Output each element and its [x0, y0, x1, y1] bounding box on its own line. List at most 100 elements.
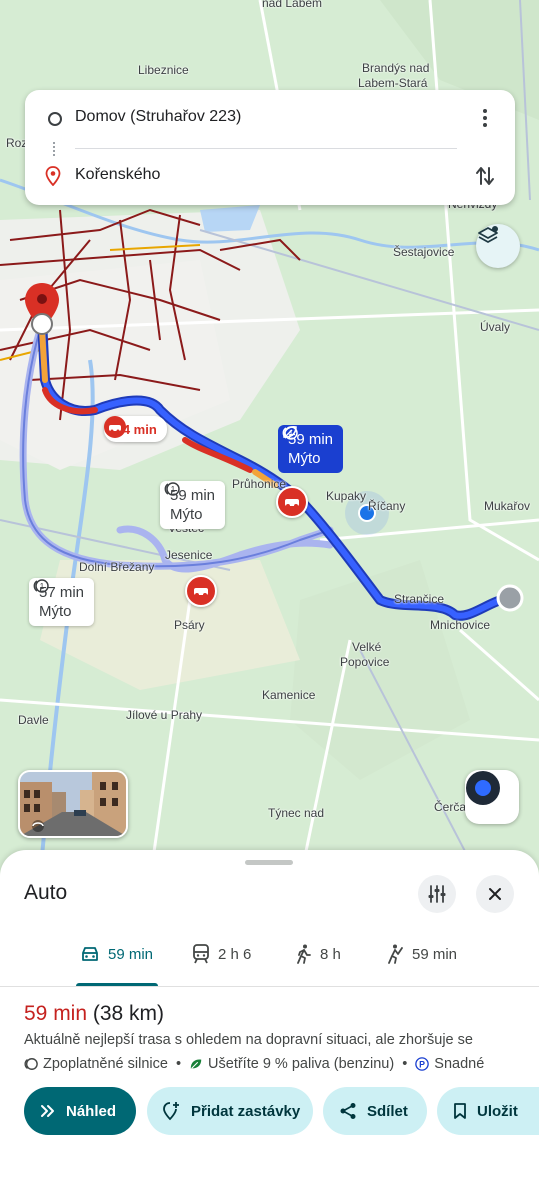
sheet-title: Auto	[24, 881, 68, 904]
svg-text:1: 1	[171, 485, 176, 494]
tab-label: 8 h	[320, 945, 341, 963]
place-label: Šestajovice	[393, 245, 455, 259]
save-label: Uložit	[477, 1102, 518, 1120]
place-label: Dolní Břežany	[79, 560, 155, 574]
sheet-drag-handle[interactable]	[245, 860, 293, 865]
place-label: Čerča	[434, 800, 467, 814]
eco-leaf-icon	[190, 1059, 202, 1069]
place-label: Brandýs nad	[362, 61, 430, 75]
place-label: Týnec nad	[268, 806, 325, 820]
close-icon	[489, 888, 501, 900]
ride-icon	[388, 944, 403, 964]
route-options-button[interactable]	[418, 875, 456, 913]
tab-ride[interactable]: 59 min	[386, 942, 457, 966]
place-label: Kamenice	[262, 688, 316, 702]
feature-fuel: Ušetříte 9 % paliva (benzinu)	[208, 1056, 395, 1072]
share-button[interactable]: Sdílet	[323, 1087, 427, 1135]
bookmark-icon	[454, 1103, 466, 1119]
toll-icon: 1	[282, 426, 298, 440]
place-label: Psáry	[174, 618, 205, 632]
place-label: Říčany	[368, 499, 406, 513]
tab-label: 59 min	[108, 945, 154, 963]
toll-icon	[24, 1058, 38, 1070]
preview-label: Náhled	[66, 1102, 117, 1120]
bottom-sheet: Auto 59 min 2 h 6 8 h 59 min 59 min (38 …	[0, 850, 539, 1200]
train-icon	[193, 944, 209, 964]
summary-distance: (38 km)	[92, 1002, 165, 1025]
route-features: Zpoplatněné silnice • Ušetříte 9 % paliv…	[24, 1056, 484, 1072]
share-icon	[340, 1103, 356, 1119]
close-button[interactable]	[476, 875, 514, 913]
origin-field[interactable]: Domov (Struhařov 223)	[25, 98, 515, 138]
preview-button[interactable]: Náhled	[24, 1087, 136, 1135]
incident-icon	[104, 416, 126, 438]
place-label: Labem-Stará	[358, 76, 428, 90]
location-pin-icon	[45, 166, 61, 186]
incident-icon[interactable]	[185, 575, 217, 607]
incident-icon[interactable]	[276, 486, 308, 518]
separator-dot: •	[402, 1056, 408, 1072]
origin-text: Domov (Struhařov 223)	[75, 108, 242, 125]
tune-icon	[428, 885, 446, 903]
tab-car[interactable]: 59 min	[80, 942, 153, 966]
route-callout-alt[interactable]: 57 min Mýto 1	[29, 578, 95, 626]
destination-text: Kořenského	[75, 166, 161, 183]
place-label: Mnichovice	[430, 618, 491, 632]
place-label: Strančice	[394, 592, 445, 606]
more-options-icon[interactable]	[477, 108, 493, 128]
route-callout-selected[interactable]: 59 min Mýto 1	[278, 425, 344, 473]
place-label: Úvaly	[480, 320, 511, 334]
place-label: nad Labem	[262, 0, 323, 10]
double-chevron-icon	[41, 1105, 54, 1117]
place-label: Jílové u Prahy	[126, 708, 203, 722]
svg-text:1: 1	[289, 429, 294, 438]
route-dots	[53, 142, 57, 156]
walk-icon	[297, 944, 311, 964]
directions-card: Domov (Struhařov 223) Kořenského	[25, 90, 515, 205]
separator-dot: •	[175, 1056, 182, 1072]
active-tab-indicator	[76, 983, 158, 986]
svg-text:1: 1	[40, 582, 45, 591]
layers-icon	[478, 226, 498, 243]
my-location-icon	[466, 771, 500, 805]
place-label: Popovice	[340, 655, 390, 669]
my-location-button[interactable]	[465, 770, 519, 824]
feature-parking: Snadné	[434, 1056, 485, 1072]
layers-button[interactable]	[476, 224, 520, 268]
route-summary: 59 min (38 km)	[24, 1002, 164, 1026]
add-location-icon	[163, 1102, 179, 1121]
destination-field[interactable]: Kořenského	[25, 156, 515, 196]
route-description: Aktuálně nejlepší trasa s ohledem na dop…	[24, 1032, 473, 1048]
car-icon	[82, 947, 98, 961]
origin-circle-icon	[48, 112, 62, 126]
route-toll: Mýto	[288, 450, 321, 467]
toll-icon: 1	[164, 482, 180, 496]
place-label: Jesenice	[165, 548, 213, 562]
place-label: Kupaky	[326, 489, 367, 503]
place-label: Velké	[352, 640, 382, 654]
place-label: Mukařov	[484, 499, 531, 513]
tab-label: 59 min	[412, 945, 458, 963]
tab-label: 2 h 6	[218, 945, 252, 963]
field-divider	[75, 148, 457, 149]
tab-transit[interactable]: 2 h 6	[192, 942, 251, 966]
toll-icon: 1	[33, 579, 49, 593]
tab-divider	[0, 986, 539, 987]
svg-text:P: P	[419, 1060, 425, 1070]
summary-time: 59 min	[24, 1002, 88, 1025]
parking-icon: P	[415, 1057, 430, 1071]
add-stops-button[interactable]: Přidat zastávky	[147, 1087, 313, 1135]
tab-walk[interactable]: 8 h	[296, 942, 341, 966]
route-toll: Mýto	[39, 603, 72, 620]
route-toll: Mýto	[170, 506, 203, 523]
swap-icon[interactable]	[473, 164, 497, 188]
place-label: Davle	[18, 713, 49, 727]
traffic-delay-badge[interactable]: +14 min	[104, 416, 167, 442]
add-stops-label: Přidat zastávky	[191, 1102, 301, 1120]
route-callout-alt[interactable]: 59 min Mýto 1	[160, 481, 226, 529]
feature-toll: Zpoplatněné silnice	[43, 1056, 168, 1072]
street-view-thumbnail[interactable]	[18, 770, 128, 838]
place-label: Libeznice	[138, 63, 189, 77]
save-button[interactable]: Uložit	[437, 1087, 539, 1135]
share-label: Sdílet	[367, 1102, 408, 1120]
